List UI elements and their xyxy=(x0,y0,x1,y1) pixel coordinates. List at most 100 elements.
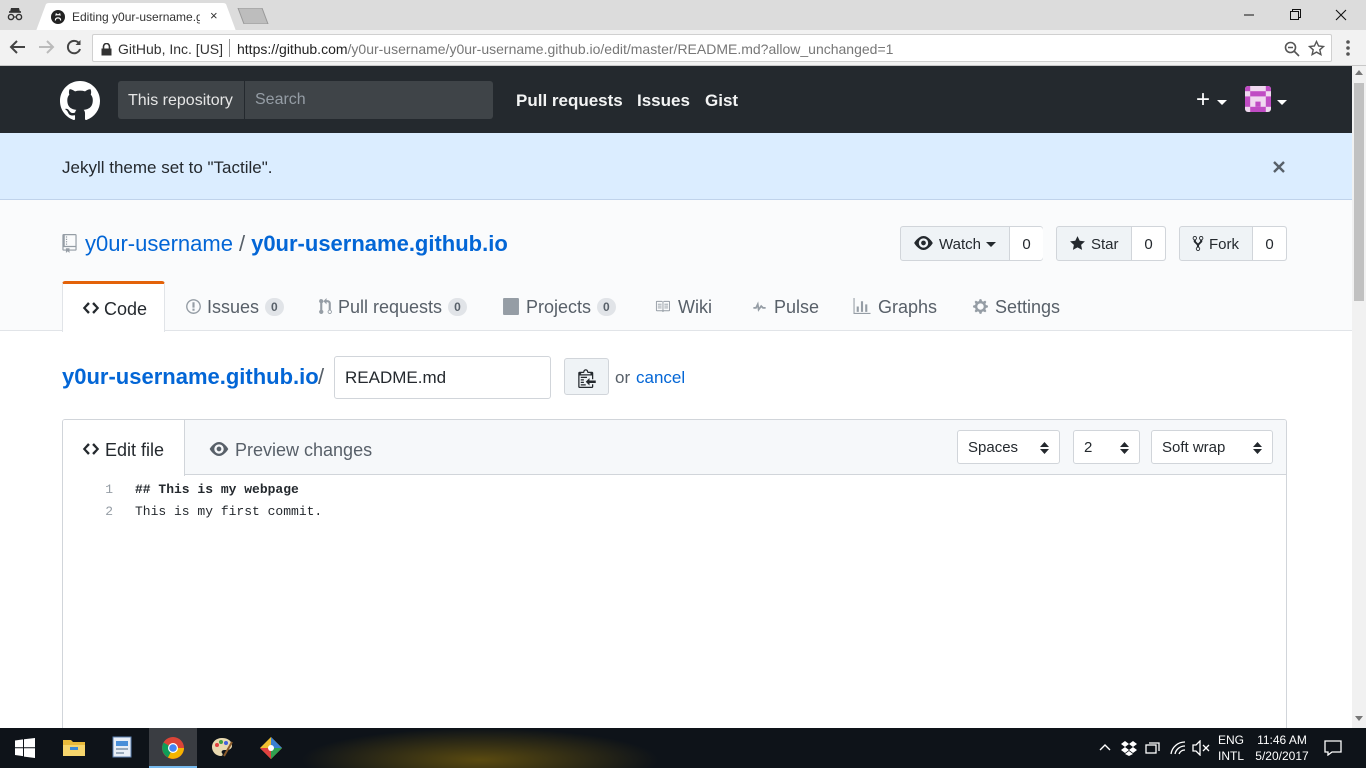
create-new-button[interactable]: + xyxy=(1196,88,1210,112)
tab-edit-file[interactable]: Edit file xyxy=(63,420,185,476)
issues-counter: 0 xyxy=(265,298,284,316)
bookmark-star-icon[interactable] xyxy=(1308,40,1325,57)
tab-code[interactable]: Code xyxy=(62,281,165,332)
start-button[interactable] xyxy=(0,728,48,768)
avatar[interactable] xyxy=(1245,86,1271,112)
watch-button[interactable]: Watch 0 xyxy=(900,226,1043,261)
github-favicon-icon xyxy=(51,10,65,24)
scroll-down-icon[interactable] xyxy=(1355,716,1363,721)
code-area[interactable]: 1 ## This is my webpage 2 This is my fir… xyxy=(63,476,1286,520)
nav-gist[interactable]: Gist xyxy=(705,91,738,111)
star-button[interactable]: Star 0 xyxy=(1056,226,1166,261)
fork-icon xyxy=(1192,235,1204,252)
clock-date: 5/20/2017 xyxy=(1255,749,1309,763)
indent-mode-select[interactable]: Spaces xyxy=(957,430,1060,464)
book-icon xyxy=(653,299,672,314)
zoom-icon[interactable] xyxy=(1284,41,1300,57)
pulse-icon xyxy=(750,300,769,314)
window-minimize-button[interactable] xyxy=(1226,0,1272,30)
code-line[interactable]: 2 This is my first commit. xyxy=(63,498,1286,520)
indent-size-select[interactable]: 2 xyxy=(1073,430,1140,464)
window-close-button[interactable] xyxy=(1318,0,1364,30)
breadcrumb-repo-link[interactable]: y0ur-username.github.io xyxy=(62,364,319,390)
repo-owner-link[interactable]: y0ur-username xyxy=(85,231,233,256)
line-content[interactable]: ## This is my webpage xyxy=(135,482,299,497)
flash-notice: Jekyll theme set to "Tactile". xyxy=(0,133,1352,200)
nav-pull-requests[interactable]: Pull requests xyxy=(516,91,623,111)
taskbar-background xyxy=(300,728,660,768)
chevron-down-icon[interactable] xyxy=(1277,100,1287,105)
folder-icon xyxy=(63,740,85,756)
close-icon[interactable] xyxy=(1272,160,1286,174)
indent-mode-value: Spaces xyxy=(968,439,1019,456)
forward-icon[interactable] xyxy=(37,38,55,56)
code-line[interactable]: 1 ## This is my webpage xyxy=(63,476,1286,498)
tab-close-icon[interactable]: × xyxy=(210,8,218,23)
star-count[interactable]: 0 xyxy=(1131,227,1165,260)
tray-chevron-up-icon[interactable] xyxy=(1098,740,1112,754)
notification-icon[interactable] xyxy=(1324,740,1342,756)
reload-icon[interactable] xyxy=(65,38,83,56)
tab-issues-text: Issues 0 xyxy=(207,297,284,318)
select-arrows-icon xyxy=(1040,442,1049,454)
search-scope-label[interactable]: This repository xyxy=(118,81,244,119)
new-tab-button[interactable] xyxy=(236,8,270,24)
taskbar-app-window[interactable] xyxy=(99,728,147,768)
git-diamond-icon xyxy=(260,737,282,759)
lang-layout: INTL xyxy=(1218,749,1245,763)
fork-count[interactable]: 0 xyxy=(1252,227,1286,260)
input-language[interactable]: ENG INTL xyxy=(1218,732,1244,764)
url-text[interactable]: https://github.com/y0ur-username/y0ur-us… xyxy=(237,41,893,57)
taskbar-file-explorer[interactable] xyxy=(50,728,98,768)
github-header: This repository Pull requests Issues Gis… xyxy=(0,66,1352,133)
project-icon xyxy=(502,298,520,315)
taskbar-clock[interactable]: 11:46 AM 5/20/2017 xyxy=(1252,732,1312,764)
device-icon[interactable] xyxy=(1145,740,1161,756)
chevron-down-icon xyxy=(986,242,996,247)
page-scrollbar[interactable] xyxy=(1352,66,1366,728)
address-bar[interactable]: GitHub, Inc. [US] https://github.com/y0u… xyxy=(92,34,1332,62)
wifi-icon[interactable] xyxy=(1169,740,1187,756)
breadcrumb-separator: / xyxy=(318,364,325,389)
dropbox-icon[interactable] xyxy=(1121,740,1137,756)
tab-projects-text: Projects 0 xyxy=(526,297,616,318)
editor-toolbar: Edit file Preview changes Spaces 2 Soft … xyxy=(63,420,1286,476)
github-logo-icon[interactable] xyxy=(60,81,100,121)
wrap-mode-select[interactable]: Soft wrap xyxy=(1151,430,1273,464)
incognito-icon xyxy=(6,7,24,21)
browser-toolbar: GitHub, Inc. [US] https://github.com/y0u… xyxy=(0,30,1366,66)
window-restore-button[interactable] xyxy=(1272,0,1318,30)
gear-icon xyxy=(972,298,989,315)
copy-path-button[interactable] xyxy=(564,358,609,395)
cancel-link[interactable]: cancel xyxy=(636,368,685,388)
search-input[interactable] xyxy=(245,81,493,119)
tab-preview-label: Preview changes xyxy=(235,440,373,460)
browser-menu-icon[interactable] xyxy=(1345,39,1351,57)
site-identity[interactable]: GitHub, Inc. [US] xyxy=(118,41,223,57)
fork-button[interactable]: Fork 0 xyxy=(1179,226,1287,261)
scrollbar-thumb[interactable] xyxy=(1354,83,1364,301)
browser-tab-active[interactable]: Editing y0ur-username.github.io × xyxy=(36,3,236,31)
star-icon xyxy=(1069,235,1086,252)
taskbar-chrome[interactable] xyxy=(149,728,197,768)
taskbar-paint[interactable] xyxy=(198,728,246,768)
volume-muted-icon[interactable] xyxy=(1192,740,1210,756)
url-host: github.com xyxy=(279,41,348,57)
chevron-down-icon[interactable] xyxy=(1217,100,1227,105)
windows-icon xyxy=(15,738,35,758)
taskbar-git-app[interactable] xyxy=(247,728,295,768)
issue-opened-icon xyxy=(185,298,202,315)
nav-issues[interactable]: Issues xyxy=(637,91,690,111)
filename-input[interactable] xyxy=(334,356,551,399)
line-content[interactable]: This is my first commit. xyxy=(135,504,322,519)
scroll-up-icon[interactable] xyxy=(1355,70,1363,75)
indent-size-value: 2 xyxy=(1084,439,1093,456)
watch-count[interactable]: 0 xyxy=(1009,227,1043,260)
code-icon xyxy=(82,301,100,315)
select-arrows-icon xyxy=(1253,442,1262,454)
repo-name-link[interactable]: y0ur-username.github.io xyxy=(251,231,508,256)
tab-wiki-label: Wiki xyxy=(678,297,712,317)
back-icon[interactable] xyxy=(9,38,27,56)
projects-counter: 0 xyxy=(597,298,616,316)
url-scheme: https:// xyxy=(237,41,280,57)
